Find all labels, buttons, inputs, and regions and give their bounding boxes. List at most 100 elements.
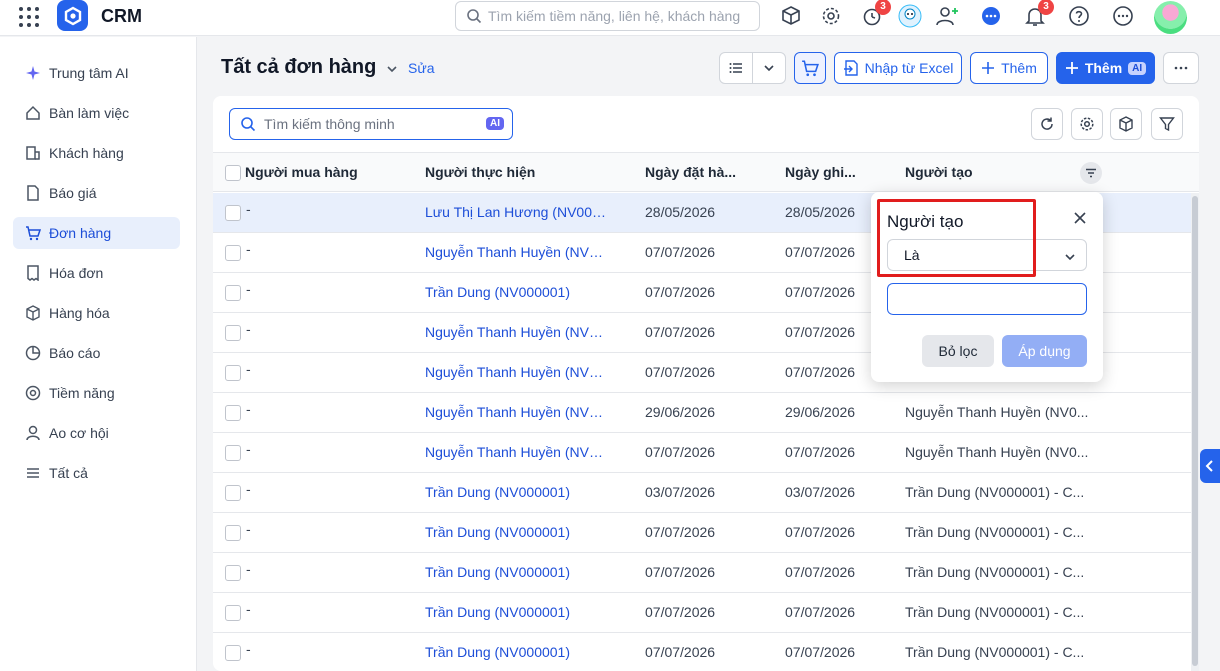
more-actions-button[interactable] [1163, 52, 1199, 84]
row-checkbox[interactable] [225, 325, 241, 341]
global-search-input[interactable]: Tìm kiếm tiềm năng, liên hệ, khách hàng [455, 1, 760, 31]
column-header-record-date[interactable]: Ngày ghi... [785, 164, 856, 180]
assignee-link[interactable]: Nguyễn Thanh Huyền (NV0... [425, 404, 607, 420]
sidebar-item-workspace[interactable]: Bàn làm việc [13, 97, 180, 129]
cart-icon [802, 60, 819, 77]
sidebar-item-ai-center[interactable]: Trung tâm AI [13, 57, 180, 89]
cube-search-icon[interactable] [779, 4, 803, 28]
settings-gear-icon[interactable] [819, 4, 843, 28]
select-all-checkbox[interactable] [225, 165, 241, 181]
creator-cell: Trần Dung (NV000001) - C... [905, 604, 1085, 620]
assignee-link[interactable]: Nguyễn Thanh Huyền (NV0... [425, 364, 607, 380]
assistant-avatar-icon[interactable] [898, 4, 922, 28]
assignee-link[interactable]: Lưu Thị Lan Hương (NV000... [425, 204, 607, 220]
row-checkbox[interactable] [225, 605, 241, 621]
assignee-link[interactable]: Trần Dung (NV000001) [425, 284, 607, 300]
timer-badge: 3 [875, 0, 891, 15]
assignee-link[interactable]: Nguyễn Thanh Huyền (NV0... [425, 444, 607, 460]
plus-icon [1065, 62, 1078, 74]
table-row[interactable]: - Nguyễn Thanh Huyền (NV0... 29/06/2026 29/… [213, 393, 1199, 433]
clear-filter-button[interactable]: Bỏ lọc [922, 335, 994, 367]
column-header-buyer[interactable]: Người mua hàng [245, 164, 358, 180]
table-row[interactable]: - Trần Dung (NV000001) 07/07/2026 07/07/202… [213, 553, 1199, 593]
filter-button[interactable] [1151, 108, 1183, 140]
order-date-cell: 07/07/2026 [645, 604, 716, 620]
record-date-cell: 07/07/2026 [785, 244, 856, 260]
filter-operator-value: Là [904, 247, 920, 263]
sidebar-item-leads[interactable]: Tiềm năng [13, 377, 180, 409]
record-date-cell: 07/07/2026 [785, 604, 856, 620]
row-checkbox[interactable] [225, 525, 241, 541]
sidebar-item-orders[interactable]: Đơn hàng [13, 217, 180, 249]
sidebar-item-label: Hóa đơn [49, 265, 104, 281]
column-header-assignee[interactable]: Người thực hiện [425, 164, 535, 180]
assignee-link[interactable]: Trần Dung (NV000001) [425, 644, 607, 660]
sidebar-item-invoices[interactable]: Hóa đơn [13, 257, 180, 289]
assignee-link[interactable]: Trần Dung (NV000001) [425, 484, 607, 500]
cart-view-button[interactable] [794, 52, 826, 84]
assignee-link[interactable]: Nguyễn Thanh Huyền (NV0... [425, 324, 607, 340]
sidebar-item-opportunities[interactable]: Ao cơ hội [13, 417, 180, 449]
top-bar: CRM Tìm kiếm tiềm năng, liên hệ, khách h… [0, 0, 1220, 36]
help-icon[interactable] [1067, 4, 1091, 28]
sidebar-item-label: Báo giá [49, 185, 97, 201]
edit-view-link[interactable]: Sửa [408, 60, 435, 76]
column-header-order-date[interactable]: Ngày đặt hà... [645, 164, 736, 180]
assignee-link[interactable]: Trần Dung (NV000001) [425, 564, 607, 580]
import-excel-button[interactable]: Nhập từ Excel [834, 52, 962, 84]
table-settings-button[interactable] [1071, 108, 1103, 140]
list-view-button[interactable] [719, 52, 753, 84]
chevron-down-icon[interactable] [385, 62, 399, 76]
package-button[interactable] [1110, 108, 1142, 140]
table-row[interactable]: - Trần Dung (NV000001) 07/07/2026 07/07/202… [213, 593, 1199, 633]
row-checkbox[interactable] [225, 365, 241, 381]
column-header-creator[interactable]: Người tạo [905, 164, 973, 180]
scrollbar-thumb[interactable] [1192, 196, 1198, 666]
bell-icon[interactable]: 3 [1023, 0, 1054, 28]
record-date-cell: 07/07/2026 [785, 644, 856, 660]
table-row[interactable]: - Trần Dung (NV000001) 03/07/2026 03/07/202… [213, 473, 1199, 513]
close-icon[interactable] [1073, 211, 1087, 225]
row-checkbox[interactable] [225, 405, 241, 421]
more-options-icon[interactable] [1111, 4, 1135, 28]
assignee-link[interactable]: Nguyễn Thanh Huyền (NV0... [425, 244, 607, 260]
apps-grid-icon[interactable] [19, 7, 39, 27]
buyer-cell: - [246, 641, 251, 657]
row-checkbox[interactable] [225, 245, 241, 261]
row-checkbox[interactable] [225, 645, 241, 661]
sidebar-item-customers[interactable]: Khách hàng [13, 137, 180, 169]
row-checkbox[interactable] [225, 285, 241, 301]
collapse-panel-toggle[interactable] [1200, 449, 1220, 483]
row-checkbox[interactable] [225, 565, 241, 581]
refresh-button[interactable] [1031, 108, 1063, 140]
timer-icon[interactable]: 3 [860, 0, 891, 28]
filter-value-input[interactable] [887, 283, 1087, 315]
assignee-link[interactable]: Trần Dung (NV000001) [425, 524, 607, 540]
smart-search-input[interactable]: Tìm kiếm thông minh AI [229, 108, 513, 140]
user-avatar[interactable] [1154, 1, 1187, 34]
assignee-link[interactable]: Trần Dung (NV000001) [425, 604, 607, 620]
sidebar-item-reports[interactable]: Báo cáo [13, 337, 180, 369]
table-row[interactable]: - Nguyễn Thanh Huyền (NV0... 07/07/2026 07/… [213, 433, 1199, 473]
buyer-cell: - [246, 321, 251, 337]
view-dropdown-button[interactable] [752, 52, 786, 84]
chevron-left-icon [1205, 460, 1213, 472]
table-row[interactable]: - Trần Dung (NV000001) 07/07/2026 07/07/202… [213, 513, 1199, 553]
order-date-cell: 29/06/2026 [645, 404, 716, 420]
add-button[interactable]: Thêm [970, 52, 1048, 84]
sidebar-item-all[interactable]: Tất cả [13, 457, 180, 489]
add-with-ai-button[interactable]: Thêm AI [1056, 52, 1155, 84]
apply-filter-button[interactable]: Áp dụng [1002, 335, 1087, 367]
row-checkbox[interactable] [225, 205, 241, 221]
buyer-cell: - [246, 401, 251, 417]
sidebar-item-products[interactable]: Hàng hóa [13, 297, 180, 329]
table-row[interactable]: - Trần Dung (NV000001) 07/07/2026 07/07/202… [213, 633, 1199, 671]
chat-icon[interactable] [979, 4, 1003, 28]
sidebar-item-quotes[interactable]: Báo giá [13, 177, 180, 209]
refresh-icon [1041, 117, 1053, 130]
filter-operator-select[interactable]: Là [887, 239, 1087, 271]
row-checkbox[interactable] [225, 485, 241, 501]
add-user-icon[interactable] [935, 4, 959, 28]
column-filter-icon[interactable] [1080, 162, 1102, 184]
row-checkbox[interactable] [225, 445, 241, 461]
